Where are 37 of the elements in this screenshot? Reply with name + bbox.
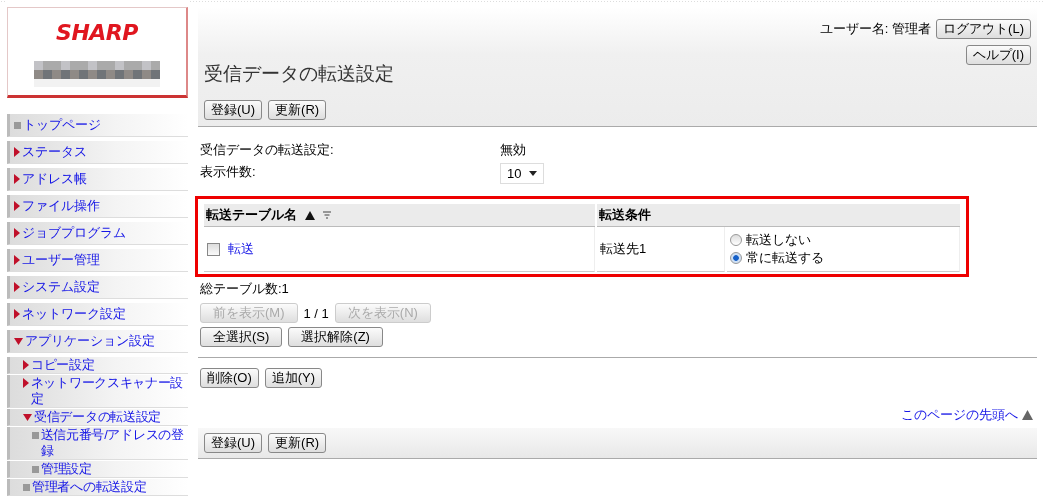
logout-button[interactable]: ログアウト(L) [936,19,1031,39]
column-header: 転送条件 [597,204,960,227]
setting-value: 無効 [500,141,527,159]
selection-button[interactable]: 全選択(S) [200,327,283,347]
row-checkbox[interactable] [207,243,220,257]
column-header: 転送テーブル名 [204,204,596,227]
radio-label: 常に転送する [745,249,824,267]
total-count: 総テーブル数:1 [200,280,290,298]
square-bullet-icon [32,466,39,473]
action-button[interactable]: 追加(Y) [264,368,323,388]
radio-button[interactable] [729,252,742,264]
user-label: ユーザー名: 管理者 [819,20,932,38]
help-button[interactable]: ヘルプ(I) [965,45,1031,65]
page-indicator: 1 / 1 [303,305,329,321]
sort-up-icon[interactable] [305,210,315,220]
count-select[interactable]: 10 [500,163,545,184]
page-title: 受信データの転送設定 [204,62,395,86]
setting-label: 受信データの転送設定: [200,141,335,159]
selection-button[interactable]: 選択解除(Z) [288,327,383,347]
square-bullet-icon [14,122,21,129]
setting-label: 表示件数: [200,163,257,181]
up-triangle-icon [1022,410,1033,420]
radio-label: 転送しない [745,231,811,249]
square-bullet-icon [32,432,39,439]
page-top-link[interactable]: このページの先頭へ [901,406,1018,424]
radio-button[interactable] [729,234,742,246]
brand-logo: SHARP [56,20,138,45]
table-cell: 転送先1 [597,227,725,272]
footer-button[interactable]: 登録(U) [204,433,263,453]
dropdown-caret-icon [529,171,538,176]
table-name-link[interactable]: 転送 [228,241,254,256]
action-button[interactable]: 削除(O) [200,368,259,388]
header-button[interactable]: 更新(R) [268,100,327,120]
square-bullet-icon [23,484,30,491]
header-button[interactable]: 登録(U) [204,100,263,120]
footer-button[interactable]: 更新(R) [268,433,327,453]
filter-icon[interactable] [323,211,331,219]
